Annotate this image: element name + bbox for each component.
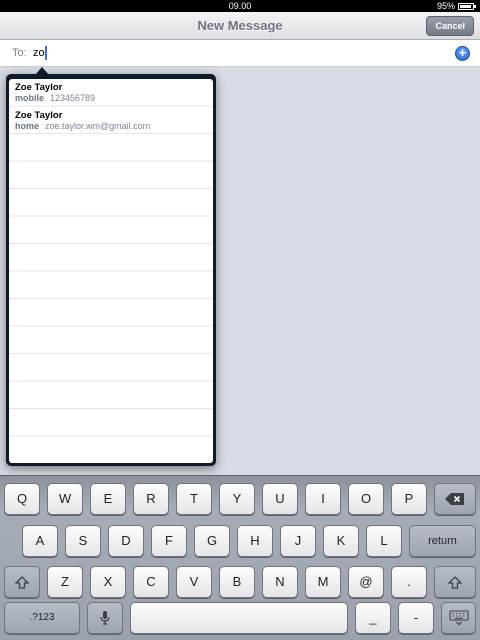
contact-type: home [15,120,40,131]
dictation-key[interactable] [87,602,123,634]
key-o[interactable]: O [348,483,384,515]
battery-percent: 95% [436,1,455,11]
backspace-icon [445,493,464,505]
popover-arrow [35,67,49,75]
shift-key-left[interactable] [4,566,40,598]
key-at[interactable]: @ [348,566,384,598]
navigation-bar: New Message Cancel [0,12,480,40]
shift-icon [14,576,30,589]
key-m[interactable]: M [305,566,341,598]
space-key[interactable] [130,602,348,634]
status-bar: 09.00 95% [0,0,480,12]
list-item[interactable]: Zoe Taylor home zoe.taylor.wm@gmail.com [9,107,213,135]
key-x[interactable]: X [90,566,126,598]
battery-indicator: 95% [436,0,476,12]
key-i[interactable]: I [305,483,341,515]
contact-detail: mobile 123456789 [15,93,207,104]
plus-circle-icon[interactable]: + [455,46,470,61]
key-q[interactable]: Q [4,483,40,515]
key-a[interactable]: A [22,525,58,557]
contact-value: 123456789 [50,93,96,103]
shift-icon [447,576,463,589]
key-j[interactable]: J [280,525,316,557]
key-h[interactable]: H [237,525,273,557]
on-screen-keyboard: Q W E R T Y U I O P A S D F G H J K L re… [0,475,480,640]
key-u[interactable]: U [262,483,298,515]
key-v[interactable]: V [176,566,212,598]
key-dash[interactable]: - [398,602,434,634]
backspace-key[interactable] [434,483,476,515]
contact-type: mobile [15,93,45,103]
key-n[interactable]: N [262,566,298,598]
key-t[interactable]: T [176,483,212,515]
return-key[interactable]: return [409,525,476,557]
to-label: To: [12,47,27,59]
key-c[interactable]: C [133,566,169,598]
key-y[interactable]: Y [219,483,255,515]
cancel-button[interactable]: Cancel [426,16,474,36]
key-period[interactable]: . [391,566,427,598]
suggestion-list: Zoe Taylor mobile 123456789 Zoe Taylor ho… [9,79,213,463]
microphone-icon [100,611,110,625]
numbers-key[interactable]: .?123 [4,602,80,634]
list-item[interactable]: Zoe Taylor mobile 123456789 [9,79,213,107]
key-w[interactable]: W [47,483,83,515]
key-l[interactable]: L [366,525,402,557]
contact-name: Zoe Taylor [15,82,63,93]
key-e[interactable]: E [90,483,126,515]
contact-value: zoe.taylor.wm@gmail.com [45,120,151,131]
key-s[interactable]: S [65,525,101,557]
text-cursor [45,46,47,60]
contact-detail: home zoe.taylor.wm@gmail.com [15,121,207,132]
shift-key-right[interactable] [434,566,476,598]
key-z[interactable]: Z [47,566,83,598]
key-p[interactable]: P [391,483,427,515]
recipient-input[interactable] [33,45,413,61]
key-d[interactable]: D [108,525,144,557]
key-b[interactable]: B [219,566,255,598]
key-g[interactable]: G [194,525,230,557]
status-time: 09.00 [228,1,252,11]
key-underscore[interactable]: _ [355,602,391,634]
key-r[interactable]: R [133,483,169,515]
contact-suggestions-popover: Zoe Taylor mobile 123456789 Zoe Taylor ho… [6,67,216,466]
hide-keyboard-key[interactable] [441,602,476,634]
keyboard-hide-icon [448,610,469,626]
page-title: New Message [197,18,283,33]
battery-icon [458,2,476,10]
recipient-row: To: + [0,40,480,67]
contact-name: Zoe Taylor [15,109,63,121]
key-k[interactable]: K [323,525,359,557]
key-f[interactable]: F [151,525,187,557]
